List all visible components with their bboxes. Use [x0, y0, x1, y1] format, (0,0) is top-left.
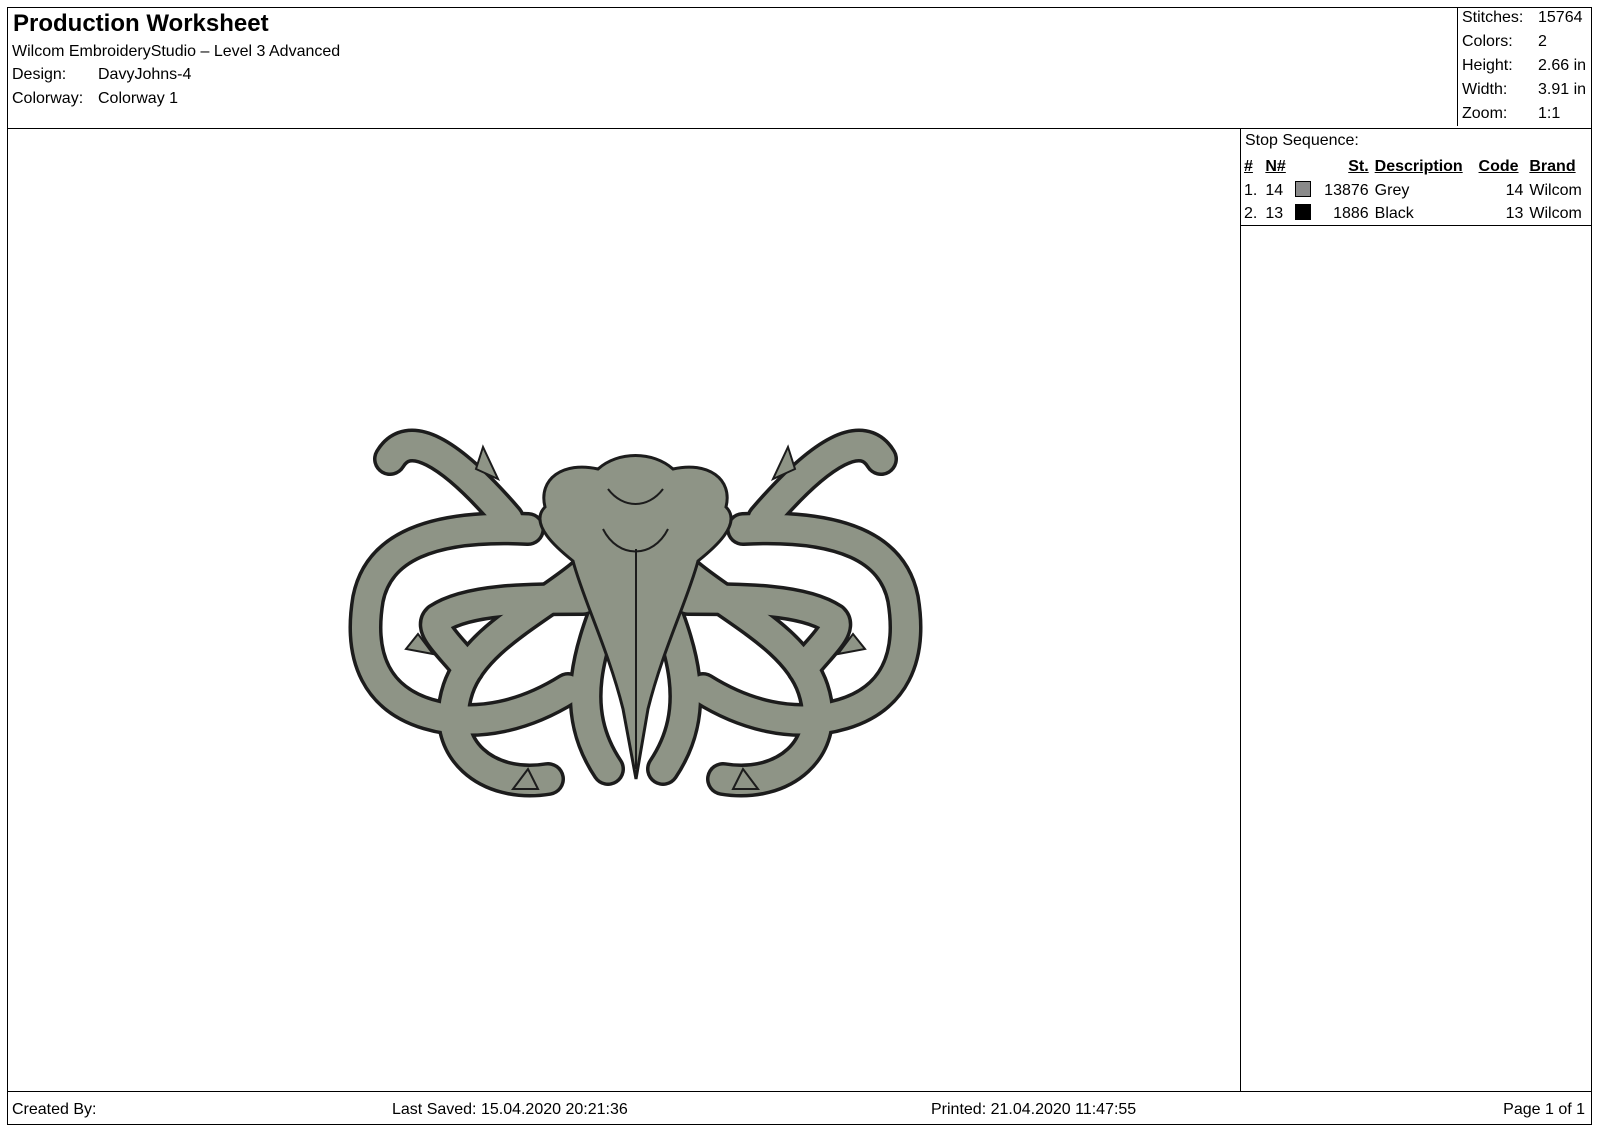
table-row: 1. 14 13876 Grey 14 Wilcom [1241, 179, 1591, 202]
col-code: Code [1478, 158, 1519, 175]
stop-sequence-table: # N# St. Description Code Brand 1. 14 13… [1241, 155, 1591, 225]
colorway-name: Colorway 1 [98, 90, 179, 107]
color-swatch-icon [1294, 180, 1311, 197]
col-swatch [1292, 155, 1316, 179]
stat-stitches: Stitches: 15764 [1462, 9, 1583, 27]
row-code: 14 [1505, 181, 1524, 199]
stat-zoom-value: 1:1 [1538, 105, 1561, 122]
stat-colors-value: 2 [1538, 33, 1547, 50]
stop-sequence-panel: Stop Sequence: # N# St. Description Code… [1240, 129, 1592, 1091]
col-description: Description [1374, 158, 1463, 175]
row-brand: Wilcom [1529, 204, 1582, 222]
design-name: DavyJohns-4 [98, 66, 192, 83]
stat-stitches-label: Stitches: [1462, 9, 1524, 26]
colorway-label: Colorway: [12, 90, 84, 107]
stat-zoom: Zoom: 1:1 [1462, 105, 1560, 123]
stat-height-value: 2.66 in [1538, 57, 1587, 74]
row-stitches: 13876 [1324, 181, 1369, 199]
software-name: Wilcom EmbroideryStudio – Level 3 Advanc… [12, 43, 341, 60]
last-saved: Last Saved: 15.04.2020 20:21:36 [392, 1101, 628, 1118]
col-stitches: St. [1348, 158, 1369, 175]
stop-sequence-header-row: # N# St. Description Code Brand [1241, 155, 1591, 179]
stat-height: Height: 2.66 in [1462, 57, 1586, 75]
worksheet-title: Production Worksheet [13, 10, 269, 37]
stat-width-label: Width: [1462, 81, 1508, 98]
stop-sequence-divider [1241, 225, 1591, 226]
printed-date: Printed: 21.04.2020 11:47:55 [931, 1101, 1137, 1118]
row-swatch [1292, 202, 1316, 225]
row-index: 1. [1244, 181, 1258, 199]
design-preview-area [8, 129, 1240, 1091]
row-needle: 13 [1265, 204, 1284, 222]
color-swatch-icon [1294, 203, 1311, 220]
col-needle: N# [1265, 158, 1286, 175]
colorway-row: Colorway: Colorway 1 [12, 90, 178, 108]
page-number: Page 1 of 1 [1503, 1101, 1585, 1118]
stat-colors: Colors: 2 [1462, 33, 1547, 51]
row-code: 13 [1505, 204, 1524, 222]
row-description: Black [1374, 204, 1414, 222]
stat-width: Width: 3.91 in [1462, 81, 1586, 99]
stat-stitches-value: 15764 [1538, 9, 1583, 26]
col-brand: Brand [1529, 158, 1576, 175]
design-row: Design: DavyJohns-4 [12, 66, 191, 84]
kraken-embroidery-design [348, 428, 923, 798]
table-row: 2. 13 1886 Black 13 Wilcom [1241, 202, 1591, 225]
col-index: # [1244, 158, 1253, 175]
row-brand: Wilcom [1529, 181, 1582, 199]
design-stats: Stitches: 15764 Colors: 2 Height: 2.66 in W… [1457, 8, 1592, 126]
production-worksheet: Production Worksheet Wilcom EmbroiderySt… [7, 7, 1592, 1125]
stop-sequence-title: Stop Sequence: [1245, 132, 1359, 149]
row-stitches: 1886 [1333, 204, 1369, 222]
stat-height-label: Height: [1462, 57, 1513, 74]
worksheet-footer: Created By: Last Saved: 15.04.2020 20:21… [8, 1091, 1591, 1125]
design-label: Design: [12, 66, 67, 83]
stat-zoom-label: Zoom: [1462, 105, 1508, 122]
created-by: Created By: [12, 1101, 97, 1118]
row-needle: 14 [1265, 181, 1284, 199]
stat-colors-label: Colors: [1462, 33, 1513, 50]
worksheet-header: Production Worksheet Wilcom EmbroiderySt… [8, 8, 1591, 129]
row-swatch [1292, 179, 1316, 202]
stat-width-value: 3.91 in [1538, 81, 1587, 98]
row-index: 2. [1244, 204, 1258, 222]
row-description: Grey [1374, 181, 1410, 199]
